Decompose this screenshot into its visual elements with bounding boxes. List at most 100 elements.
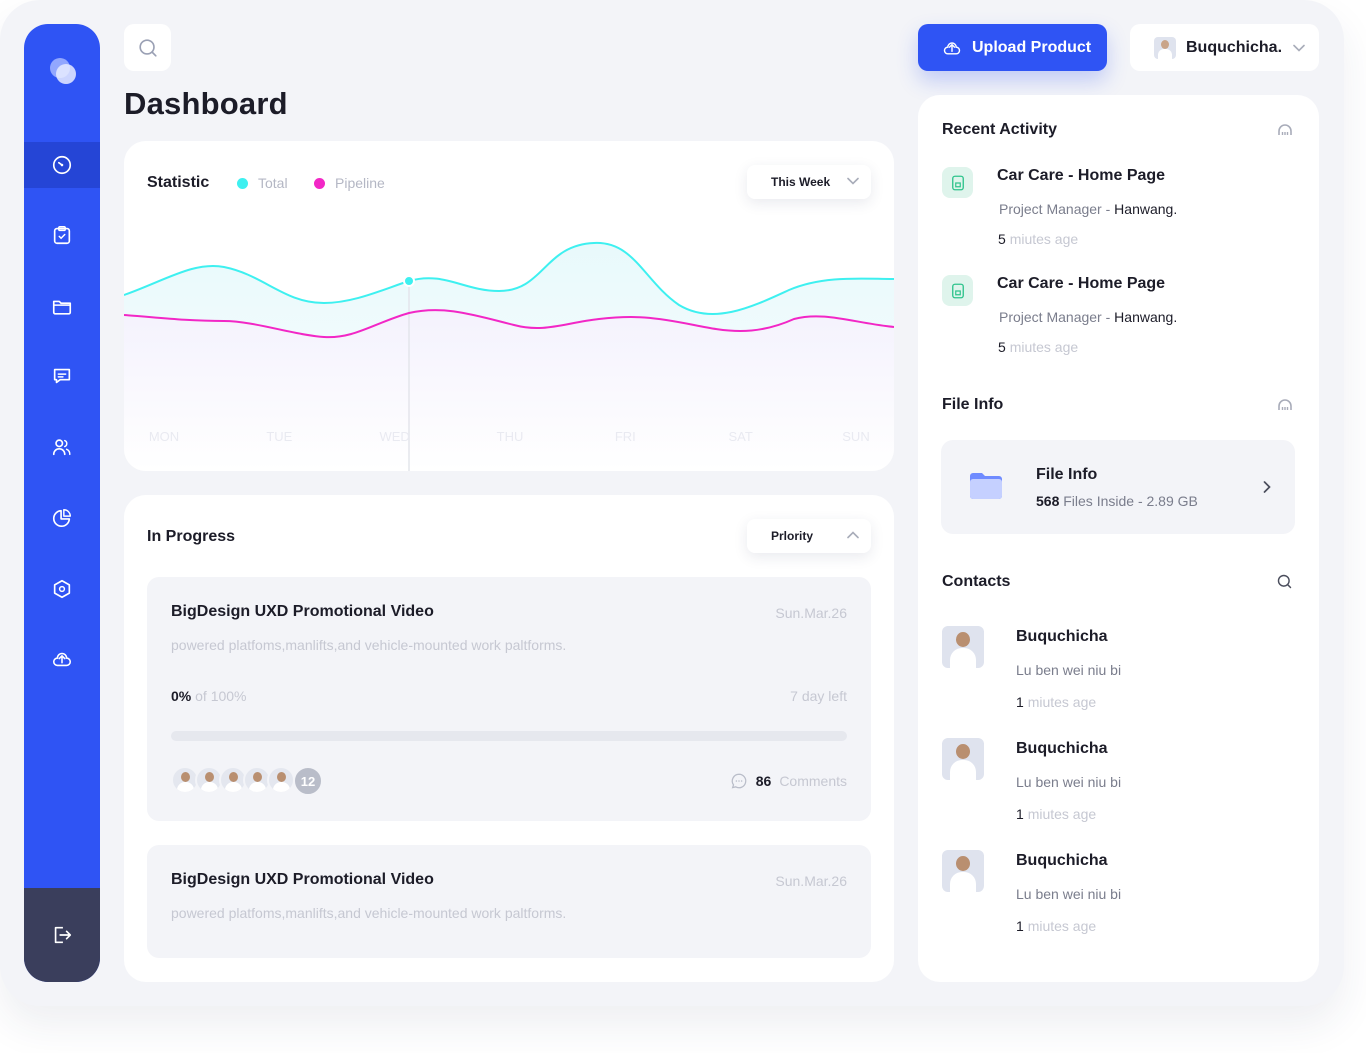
x-tick-label: FRI bbox=[615, 429, 636, 444]
logout-button[interactable] bbox=[24, 888, 100, 982]
contact-item[interactable]: Buquchicha Lu ben wei niu bi 1 miutes ag… bbox=[942, 626, 1302, 726]
users-icon bbox=[52, 439, 71, 456]
contact-name: Buquchicha bbox=[1016, 740, 1108, 757]
nav-messages[interactable] bbox=[24, 353, 100, 399]
nav-upload[interactable] bbox=[24, 636, 100, 682]
task-title: BigDesign UXD Promotional Video bbox=[171, 603, 434, 620]
activity-time: 5 miutes age bbox=[998, 339, 1078, 355]
nav-dashboard[interactable] bbox=[24, 142, 100, 188]
chevron-down-icon bbox=[847, 177, 859, 185]
avatar bbox=[942, 850, 984, 892]
legend-pipeline-label: Pipeline bbox=[335, 175, 385, 191]
in-progress-card: In Progress Prlority BigDesign UXD Promo… bbox=[124, 495, 894, 982]
contact-time-num: 1 bbox=[1016, 694, 1024, 710]
task-card[interactable]: BigDesign UXD Promotional Video Sun.Mar.… bbox=[147, 577, 871, 821]
file-info-box[interactable]: File Info 568 Files Inside - 2.89 GB bbox=[941, 440, 1295, 534]
user-name: Buquchicha. bbox=[1186, 38, 1283, 56]
contact-time-text: miutes age bbox=[1027, 918, 1097, 934]
nav-team[interactable] bbox=[24, 424, 100, 470]
task-days-left: 7 day left bbox=[790, 688, 847, 704]
task-card[interactable]: BigDesign UXD Promotional Video Sun.Mar.… bbox=[147, 845, 871, 958]
search-icon[interactable] bbox=[1276, 573, 1293, 590]
search-button[interactable] bbox=[124, 24, 171, 71]
page-title: Dashboard bbox=[124, 86, 288, 121]
highlight-point[interactable] bbox=[403, 275, 415, 287]
more-icon[interactable] bbox=[1277, 123, 1293, 137]
task-progress-text: 0% of 100% bbox=[171, 688, 247, 704]
priority-dropdown[interactable]: Prlority bbox=[747, 519, 871, 553]
document-icon bbox=[942, 275, 973, 306]
task-progress-total: of 100% bbox=[195, 688, 247, 704]
legend-pipeline[interactable]: Pipeline bbox=[314, 175, 385, 191]
nav-settings[interactable] bbox=[24, 566, 100, 612]
range-dropdown[interactable]: This Week bbox=[747, 165, 871, 199]
statistic-card: MON TUE WED THU FRI SAT SUN Statistic Total Pi… bbox=[124, 141, 894, 471]
nav-files[interactable] bbox=[24, 283, 100, 329]
contact-time: 1 miutes age bbox=[1016, 694, 1096, 710]
contact-time: 1 miutes age bbox=[1016, 918, 1096, 934]
legend-pipeline-dot bbox=[314, 177, 325, 189]
task-comments[interactable]: 86 Comments bbox=[730, 772, 847, 790]
contact-time-num: 1 bbox=[1016, 918, 1024, 934]
legend-total[interactable]: Total bbox=[237, 175, 288, 191]
clipboard-icon bbox=[53, 226, 71, 245]
logout-icon bbox=[54, 926, 72, 944]
activity-subtitle: Project Manager - Hanwang. bbox=[999, 201, 1177, 217]
contact-subtitle: Lu ben wei niu bi bbox=[1016, 886, 1122, 902]
statistic-title: Statistic bbox=[147, 174, 210, 191]
file-info-section-title: File Info bbox=[942, 396, 1004, 413]
task-members[interactable]: 12 bbox=[171, 766, 323, 796]
in-progress-title: In Progress bbox=[147, 528, 236, 545]
contact-item[interactable]: Buquchicha Lu ben wei niu bi 1 miutes ag… bbox=[942, 738, 1302, 838]
activity-org: Hanwang. bbox=[1114, 201, 1178, 217]
x-tick-label: WED bbox=[379, 429, 409, 444]
x-tick-label: TUE bbox=[266, 429, 292, 444]
dashboard-icon bbox=[52, 155, 72, 175]
contact-item[interactable]: Buquchicha Lu ben wei niu bi 1 miutes ag… bbox=[942, 850, 1302, 950]
activity-title: Car Care - Home Page bbox=[997, 275, 1166, 292]
task-title: BigDesign UXD Promotional Video bbox=[171, 871, 434, 888]
upload-cloud-icon bbox=[52, 652, 72, 667]
user-menu[interactable]: Buquchicha. bbox=[1130, 24, 1319, 71]
recent-activity-title: Recent Activity bbox=[942, 121, 1057, 138]
chevron-down-icon bbox=[1293, 44, 1305, 52]
activity-time-text: miutes age bbox=[1009, 231, 1079, 247]
activity-time: 5 miutes age bbox=[998, 231, 1078, 247]
chat-icon bbox=[53, 368, 71, 384]
pipeline-area bbox=[124, 310, 894, 471]
task-description: powered platfoms,manlifts,and vehicle-mo… bbox=[171, 905, 567, 921]
range-dropdown-label: This Week bbox=[771, 175, 831, 189]
logo-icon[interactable] bbox=[48, 56, 78, 86]
contact-name: Buquchicha bbox=[1016, 852, 1108, 869]
nav-tasks[interactable] bbox=[24, 212, 100, 258]
search-icon bbox=[138, 38, 157, 57]
x-tick-label: SUN bbox=[842, 429, 869, 444]
contact-name: Buquchicha bbox=[1016, 628, 1108, 645]
contact-subtitle: Lu ben wei niu bi bbox=[1016, 662, 1122, 678]
task-date: Sun.Mar.26 bbox=[775, 605, 847, 621]
activity-role: Project Manager - bbox=[999, 309, 1115, 325]
avatar bbox=[942, 738, 984, 780]
activity-title: Car Care - Home Page bbox=[997, 167, 1166, 184]
activity-subtitle: Project Manager - Hanwang. bbox=[999, 309, 1177, 325]
activity-item[interactable]: Car Care - Home Page Project Manager - H… bbox=[942, 275, 1302, 365]
more-icon[interactable] bbox=[1277, 398, 1293, 412]
activity-org: Hanwang. bbox=[1114, 309, 1178, 325]
contact-time-text: miutes age bbox=[1027, 806, 1097, 822]
nav-analytics[interactable] bbox=[24, 495, 100, 541]
contact-time-text: miutes age bbox=[1027, 694, 1097, 710]
document-icon bbox=[942, 167, 973, 198]
activity-time-text: miutes age bbox=[1009, 339, 1079, 355]
upload-product-button[interactable]: Upload Product bbox=[918, 24, 1107, 71]
task-description: powered platfoms,manlifts,and vehicle-mo… bbox=[171, 637, 567, 653]
x-tick-label: SAT bbox=[729, 429, 753, 444]
comments-label: Comments bbox=[779, 773, 847, 789]
legend-total-label: Total bbox=[258, 175, 288, 191]
legend-total-dot bbox=[237, 177, 248, 189]
chevron-up-icon bbox=[847, 531, 859, 539]
activity-item[interactable]: Car Care - Home Page Project Manager - H… bbox=[942, 167, 1302, 257]
file-info-summary: 568 Files Inside - 2.89 GB bbox=[1036, 493, 1198, 509]
file-summary-text: Files Inside - 2.89 GB bbox=[1059, 493, 1198, 509]
member-count-badge: 12 bbox=[293, 766, 323, 796]
contact-subtitle: Lu ben wei niu bi bbox=[1016, 774, 1122, 790]
